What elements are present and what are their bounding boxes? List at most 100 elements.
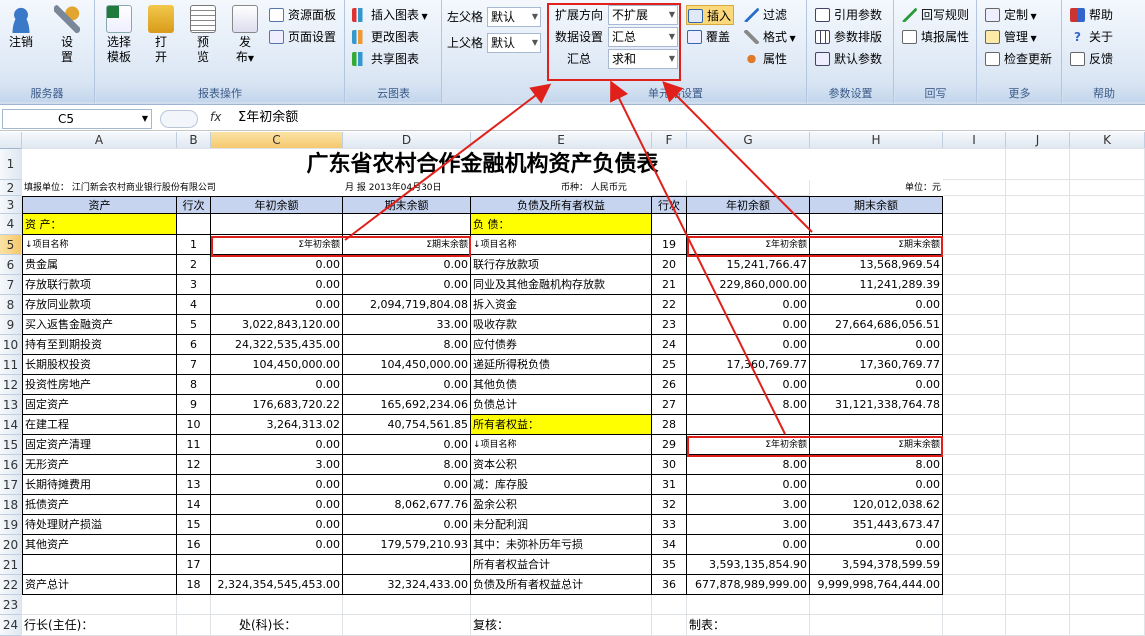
liability-line-no[interactable]: 32 xyxy=(652,495,687,515)
liability-name[interactable]: 减：库存股 xyxy=(471,475,652,495)
row-header-18[interactable]: 18 xyxy=(0,495,22,515)
liability-begin-balance[interactable] xyxy=(687,415,810,435)
name-box[interactable]: C5 ▼ xyxy=(2,109,152,129)
asset-begin-balance[interactable]: 0.00 xyxy=(211,495,343,515)
row-header-12[interactable]: 12 xyxy=(0,375,22,395)
asset-line-no[interactable]: 5 xyxy=(177,315,211,335)
asset-line-no[interactable]: 1 xyxy=(177,235,211,255)
row-header-6[interactable]: 6 xyxy=(0,255,22,275)
liability-line-no[interactable]: 33 xyxy=(652,515,687,535)
asset-line-no[interactable]: 3 xyxy=(177,275,211,295)
row-header-1[interactable]: 1 xyxy=(0,149,22,180)
liability-name[interactable]: 盈余公积 xyxy=(471,495,652,515)
empty-cell[interactable] xyxy=(810,214,943,235)
liability-begin-balance[interactable]: 0.00 xyxy=(687,295,810,315)
row-header-21[interactable]: 21 xyxy=(0,555,22,575)
liability-line-no[interactable]: 35 xyxy=(652,555,687,575)
liability-end-balance[interactable]: 9,999,998,764,444.00 xyxy=(810,575,943,595)
feedback-button[interactable]: 反馈 xyxy=(1069,49,1113,69)
asset-begin-balance[interactable]: 0.00 xyxy=(211,435,343,455)
empty-cell[interactable] xyxy=(177,214,211,235)
empty-cell[interactable] xyxy=(652,214,687,235)
liability-name[interactable]: 所有者权益： xyxy=(471,415,652,435)
liability-line-no[interactable]: 29 xyxy=(652,435,687,455)
asset-end-balance[interactable]: 0.00 xyxy=(343,255,471,275)
currency-text[interactable]: 币种： 人民币元 xyxy=(471,180,652,196)
liability-line-no[interactable]: 36 xyxy=(652,575,687,595)
row-header-22[interactable]: 22 xyxy=(0,575,22,595)
asset-name[interactable]: 持有至到期投资 xyxy=(22,335,177,355)
select-all-corner[interactable] xyxy=(0,132,22,149)
asset-end-balance[interactable]: 0.00 xyxy=(343,515,471,535)
asset-begin-balance[interactable]: 3,022,843,120.00 xyxy=(211,315,343,335)
header-b[interactable]: 行次 xyxy=(177,196,211,214)
asset-name[interactable]: 抵债资产 xyxy=(22,495,177,515)
row-header-7[interactable]: 7 xyxy=(0,275,22,295)
liability-name[interactable]: 吸收存款 xyxy=(471,315,652,335)
footer-head-signature[interactable]: 行长(主任)： xyxy=(22,615,177,636)
liability-end-balance[interactable]: 17,360,769.77 xyxy=(810,355,943,375)
cover-mode-button[interactable]: 覆盖 xyxy=(686,27,730,47)
asset-name[interactable]: 投资性房地产 xyxy=(22,375,177,395)
row-header-14[interactable]: 14 xyxy=(0,415,22,435)
share-chart-button[interactable]: 共享图表 xyxy=(351,49,419,69)
liability-end-balance[interactable]: 13,568,969.54 xyxy=(810,255,943,275)
liability-begin-balance[interactable]: 0.00 xyxy=(687,315,810,335)
asset-name[interactable]: ↓项目名称 xyxy=(22,235,177,255)
liability-begin-balance[interactable]: 0.00 xyxy=(687,475,810,495)
asset-begin-balance[interactable]: 0.00 xyxy=(211,275,343,295)
ref-param-button[interactable]: 引用参数 xyxy=(814,5,882,25)
column-header-k[interactable]: K xyxy=(1070,132,1145,149)
liability-name[interactable]: 负债总计 xyxy=(471,395,652,415)
asset-line-no[interactable]: 11 xyxy=(177,435,211,455)
column-header-g[interactable]: G xyxy=(687,132,810,149)
row-header-23[interactable]: 23 xyxy=(0,595,22,615)
asset-line-no[interactable]: 15 xyxy=(177,515,211,535)
liability-name[interactable]: 同业及其他金融机构存放款 xyxy=(471,275,652,295)
asset-end-balance[interactable]: 8.00 xyxy=(343,455,471,475)
filter-button[interactable]: 过滤 xyxy=(743,5,787,25)
liability-name[interactable]: 所有者权益合计 xyxy=(471,555,652,575)
row-header-16[interactable]: 16 xyxy=(0,455,22,475)
publish-button[interactable]: 发 布▼ xyxy=(228,5,262,66)
liability-name[interactable]: 负债及所有者权益总计 xyxy=(471,575,652,595)
asset-line-no[interactable]: 9 xyxy=(177,395,211,415)
fill-property-button[interactable]: 填报属性 xyxy=(901,27,969,47)
header-a[interactable]: 资产 xyxy=(22,196,177,214)
left-parent-select[interactable]: 默认 ▼ xyxy=(487,7,541,27)
report-title[interactable]: 广东省农村合作金融机构资产负债表 xyxy=(22,149,943,180)
asset-begin-balance[interactable]: 0.00 xyxy=(211,535,343,555)
row-header-24[interactable]: 24 xyxy=(0,615,22,636)
asset-end-balance[interactable]: 0.00 xyxy=(343,375,471,395)
asset-line-no[interactable]: 7 xyxy=(177,355,211,375)
help-button[interactable]: 帮助 xyxy=(1069,5,1113,25)
row-header-5[interactable]: 5 xyxy=(0,235,22,255)
asset-begin-balance[interactable]: 24,322,535,435.00 xyxy=(211,335,343,355)
row-header-3[interactable]: 3 xyxy=(0,196,22,214)
asset-line-no[interactable]: 10 xyxy=(177,415,211,435)
liability-end-balance[interactable]: 351,443,673.47 xyxy=(810,515,943,535)
liability-name[interactable]: 其他负债 xyxy=(471,375,652,395)
header-h[interactable]: 期末余额 xyxy=(810,196,943,214)
header-e[interactable]: 负债及所有者权益 xyxy=(471,196,652,214)
liability-name[interactable]: ↓项目名称 xyxy=(471,435,652,455)
row-header-4[interactable]: 4 xyxy=(0,214,22,235)
liability-end-balance[interactable]: 0.00 xyxy=(810,375,943,395)
asset-line-no[interactable]: 14 xyxy=(177,495,211,515)
liability-begin-balance[interactable]: 3.00 xyxy=(687,495,810,515)
custom-button[interactable]: 定制 ▼ xyxy=(984,5,1037,25)
check-update-button[interactable]: 检查更新 xyxy=(984,49,1052,69)
header-g[interactable]: 年初余额 xyxy=(687,196,810,214)
asset-line-no[interactable]: 18 xyxy=(177,575,211,595)
asset-name[interactable]: 其他资产 xyxy=(22,535,177,555)
liability-name[interactable]: 未分配利润 xyxy=(471,515,652,535)
page-setup-button[interactable]: 页面设置 xyxy=(268,27,336,47)
select-template-button[interactable]: 选择 模板 xyxy=(102,5,136,65)
footer-review-signature[interactable]: 复核： xyxy=(471,615,652,636)
asset-end-balance[interactable]: 8,062,677.76 xyxy=(343,495,471,515)
liability-line-no[interactable]: 20 xyxy=(652,255,687,275)
asset-name[interactable]: 资产总计 xyxy=(22,575,177,595)
row-header-8[interactable]: 8 xyxy=(0,295,22,315)
insert-mode-button[interactable]: 插入 xyxy=(686,5,734,25)
asset-name[interactable] xyxy=(22,555,177,575)
